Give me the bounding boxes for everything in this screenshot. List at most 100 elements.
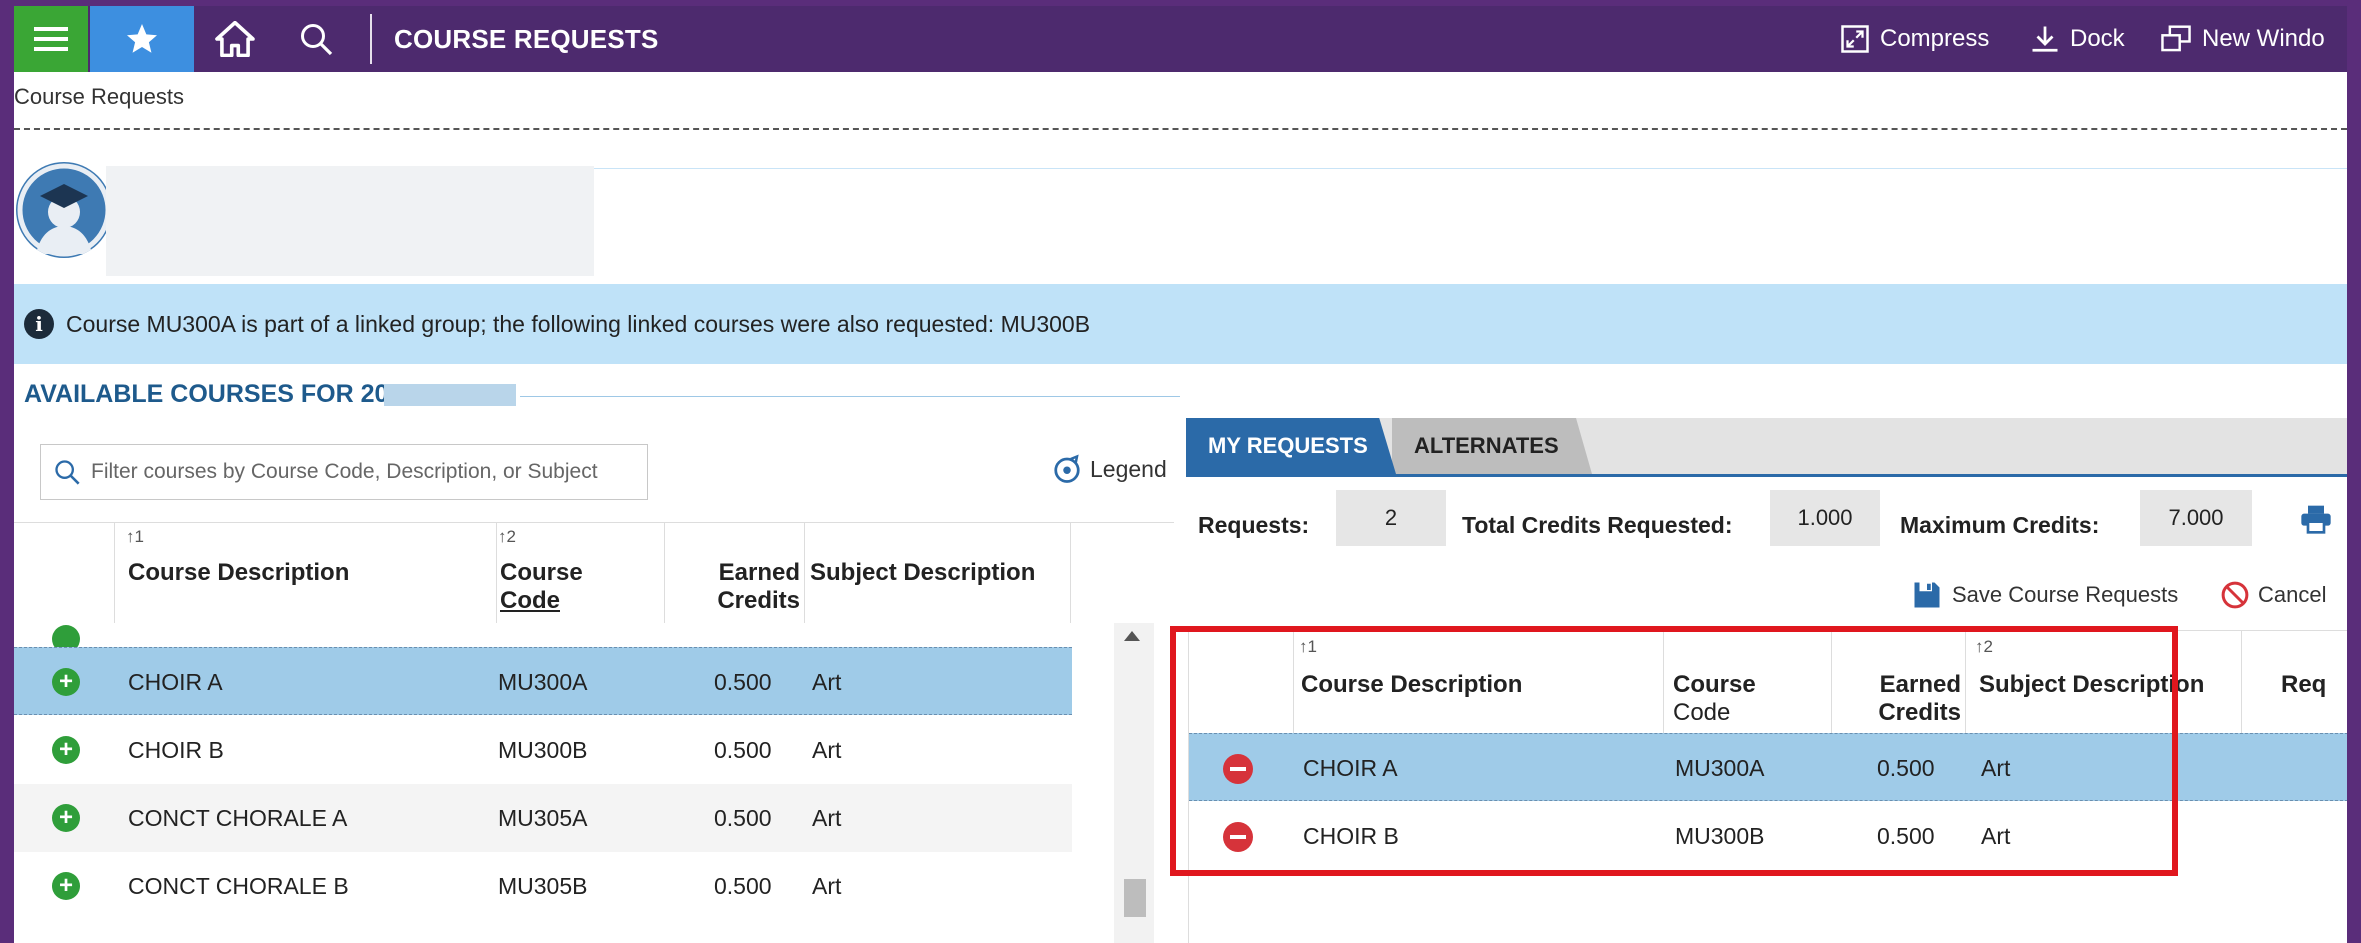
- requests-table-header: ↑1 Course Description Course Code Earned…: [1189, 631, 2347, 733]
- earned-credits: 0.500: [714, 873, 772, 899]
- top-bar: COURSE REQUESTS Compress Dock New Windo: [14, 6, 2347, 72]
- column-divider: [496, 523, 497, 623]
- add-course-icon[interactable]: +: [52, 804, 80, 832]
- sort-indicator-2[interactable]: ↑2: [498, 527, 516, 547]
- new-window-button[interactable]: New Windo: [2160, 6, 2325, 72]
- student-avatar: [16, 162, 112, 258]
- add-course-icon[interactable]: +: [52, 736, 80, 764]
- sort-indicator-1[interactable]: ↑1: [126, 527, 144, 547]
- earned-credits: 0.500: [714, 805, 772, 831]
- available-table-header: ↑1 Course Description ↑2 Course Code Ear…: [14, 523, 1072, 623]
- course-description: CHOIR B: [128, 737, 224, 763]
- course-code: MU305A: [498, 805, 588, 831]
- breadcrumb-divider: [14, 128, 2347, 130]
- compress-button[interactable]: Compress: [1840, 6, 1989, 72]
- subject-description: Art: [1981, 755, 2011, 781]
- column-subject-description[interactable]: Subject Description: [1979, 671, 2204, 699]
- star-icon: [127, 24, 157, 53]
- column-course-description[interactable]: Course Description: [128, 559, 349, 587]
- dock-icon: [2032, 26, 2058, 52]
- sort-indicator-1[interactable]: ↑1: [1299, 637, 1317, 657]
- new-window-label: New Windo: [2202, 25, 2325, 52]
- column-course-code[interactable]: Course Code: [500, 559, 583, 615]
- column-course-code-line2: Code: [500, 587, 560, 614]
- legend-button[interactable]: Legend: [1052, 454, 1167, 484]
- column-course-code[interactable]: Course Code: [1673, 671, 1756, 727]
- column-earned-credits-line2: Credits: [717, 587, 800, 614]
- earned-credits: 0.500: [714, 737, 772, 763]
- compress-label: Compress: [1880, 25, 1990, 52]
- dock-button[interactable]: Dock: [2030, 6, 2125, 72]
- printer-icon: [2301, 505, 2331, 534]
- save-course-requests-button[interactable]: Save Course Requests: [1912, 580, 2178, 610]
- compress-icon: [1841, 25, 1869, 53]
- partially-hidden-row: [14, 623, 1072, 647]
- course-code: MU305B: [498, 873, 588, 899]
- add-course-icon[interactable]: +: [52, 872, 80, 900]
- table-row[interactable]: CHOIR B MU300B 0.500 Art: [1189, 802, 2347, 870]
- course-filter[interactable]: [40, 444, 648, 500]
- column-divider: [1831, 631, 1832, 733]
- year-redacted: [384, 384, 516, 406]
- search-icon: [55, 460, 80, 485]
- column-earned-credits[interactable]: Earned Credits: [700, 559, 800, 615]
- course-code: MU300A: [498, 669, 588, 695]
- home-button[interactable]: [200, 6, 270, 72]
- available-table-scrollbar[interactable]: [1114, 623, 1154, 943]
- print-button[interactable]: [2300, 504, 2332, 539]
- sort-indicator-2[interactable]: ↑2: [1975, 637, 1993, 657]
- column-request-extra[interactable]: Req: [2281, 671, 2326, 699]
- toolbar-separator: [370, 14, 372, 64]
- remove-course-icon[interactable]: [1223, 822, 1253, 852]
- add-course-icon[interactable]: +: [52, 668, 80, 696]
- graduate-icon: [17, 163, 111, 257]
- column-divider: [2241, 631, 2242, 733]
- info-icon: i: [24, 309, 54, 339]
- column-earned-credits-line2: Credits: [1878, 699, 1961, 726]
- table-row[interactable]: CHOIR A MU300A 0.500 Art: [1189, 733, 2347, 801]
- scroll-up-arrow-icon[interactable]: [1124, 631, 1140, 641]
- cancel-label: Cancel: [2258, 582, 2327, 607]
- page-title: COURSE REQUESTS: [394, 24, 659, 54]
- column-earned-credits[interactable]: Earned Credits: [1861, 671, 1961, 727]
- maximum-credits-value: 7.000: [2140, 490, 2252, 546]
- student-name-redacted: [106, 166, 594, 276]
- save-disk-icon: [1914, 582, 1940, 608]
- available-courses-table: ↑1 Course Description ↑2 Course Code Ear…: [14, 522, 1174, 943]
- table-row[interactable]: + CHOIR B MU300B 0.500 Art: [14, 716, 1072, 784]
- subject-description: Art: [812, 873, 842, 899]
- cancel-icon: [2221, 581, 2249, 609]
- hamburger-icon: [34, 27, 68, 51]
- header-divider: [594, 168, 2347, 169]
- tab-alternates[interactable]: ALTERNATES: [1392, 418, 1592, 474]
- course-code: MU300B: [498, 737, 588, 763]
- cancel-button[interactable]: Cancel: [2220, 580, 2326, 610]
- total-credits-value: 1.000: [1770, 490, 1880, 546]
- favorites-button[interactable]: [90, 6, 194, 72]
- course-description: CONCT CHORALE B: [128, 873, 349, 899]
- column-divider: [1070, 523, 1071, 623]
- earned-credits: 0.500: [714, 669, 772, 695]
- table-row[interactable]: + CONCT CHORALE A MU305A 0.500 Art: [14, 784, 1072, 852]
- subject-description: Art: [812, 805, 842, 831]
- table-row[interactable]: + CHOIR A MU300A 0.500 Art: [14, 647, 1072, 715]
- column-course-code-line1: Course: [1673, 671, 1756, 698]
- menu-button[interactable]: [14, 6, 88, 72]
- column-course-description[interactable]: Course Description: [1301, 671, 1522, 699]
- subject-description: Art: [812, 737, 842, 763]
- column-course-code-line1: Course: [500, 559, 583, 586]
- requests-label: Requests:: [1198, 512, 1310, 538]
- column-subject-description[interactable]: Subject Description: [810, 559, 1035, 587]
- info-banner: i Course MU300A is part of a linked grou…: [14, 284, 2347, 364]
- course-description: CHOIR A: [1303, 755, 1398, 781]
- search-button[interactable]: [276, 6, 356, 72]
- course-filter-input[interactable]: [91, 460, 631, 484]
- search-icon: [301, 24, 333, 56]
- tab-my-requests[interactable]: MY REQUESTS: [1186, 418, 1396, 474]
- breadcrumb[interactable]: Course Requests: [14, 84, 184, 110]
- scroll-thumb[interactable]: [1124, 879, 1146, 917]
- remove-course-icon[interactable]: [1223, 754, 1253, 784]
- course-code: MU300B: [1675, 823, 1765, 849]
- table-row[interactable]: + CONCT CHORALE B MU305B 0.500 Art: [14, 852, 1072, 920]
- legend-icon: [1054, 454, 1080, 483]
